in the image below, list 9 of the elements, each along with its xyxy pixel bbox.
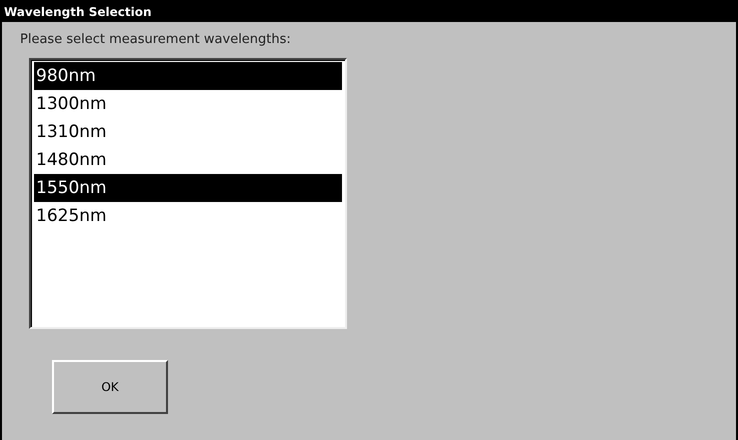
prompt-label: Please select measurement wavelengths: [20,32,292,47]
list-item[interactable]: 1300nm [34,90,342,118]
window-title: Wavelength Selection [2,2,736,22]
list-item[interactable]: 1625nm [34,202,342,230]
list-item[interactable]: 1480nm [34,146,342,174]
list-item[interactable]: 980nm [34,62,342,90]
list-item[interactable]: 1310nm [34,118,342,146]
list-item[interactable]: 1550nm [34,174,342,202]
ok-button[interactable]: OK [52,360,168,414]
